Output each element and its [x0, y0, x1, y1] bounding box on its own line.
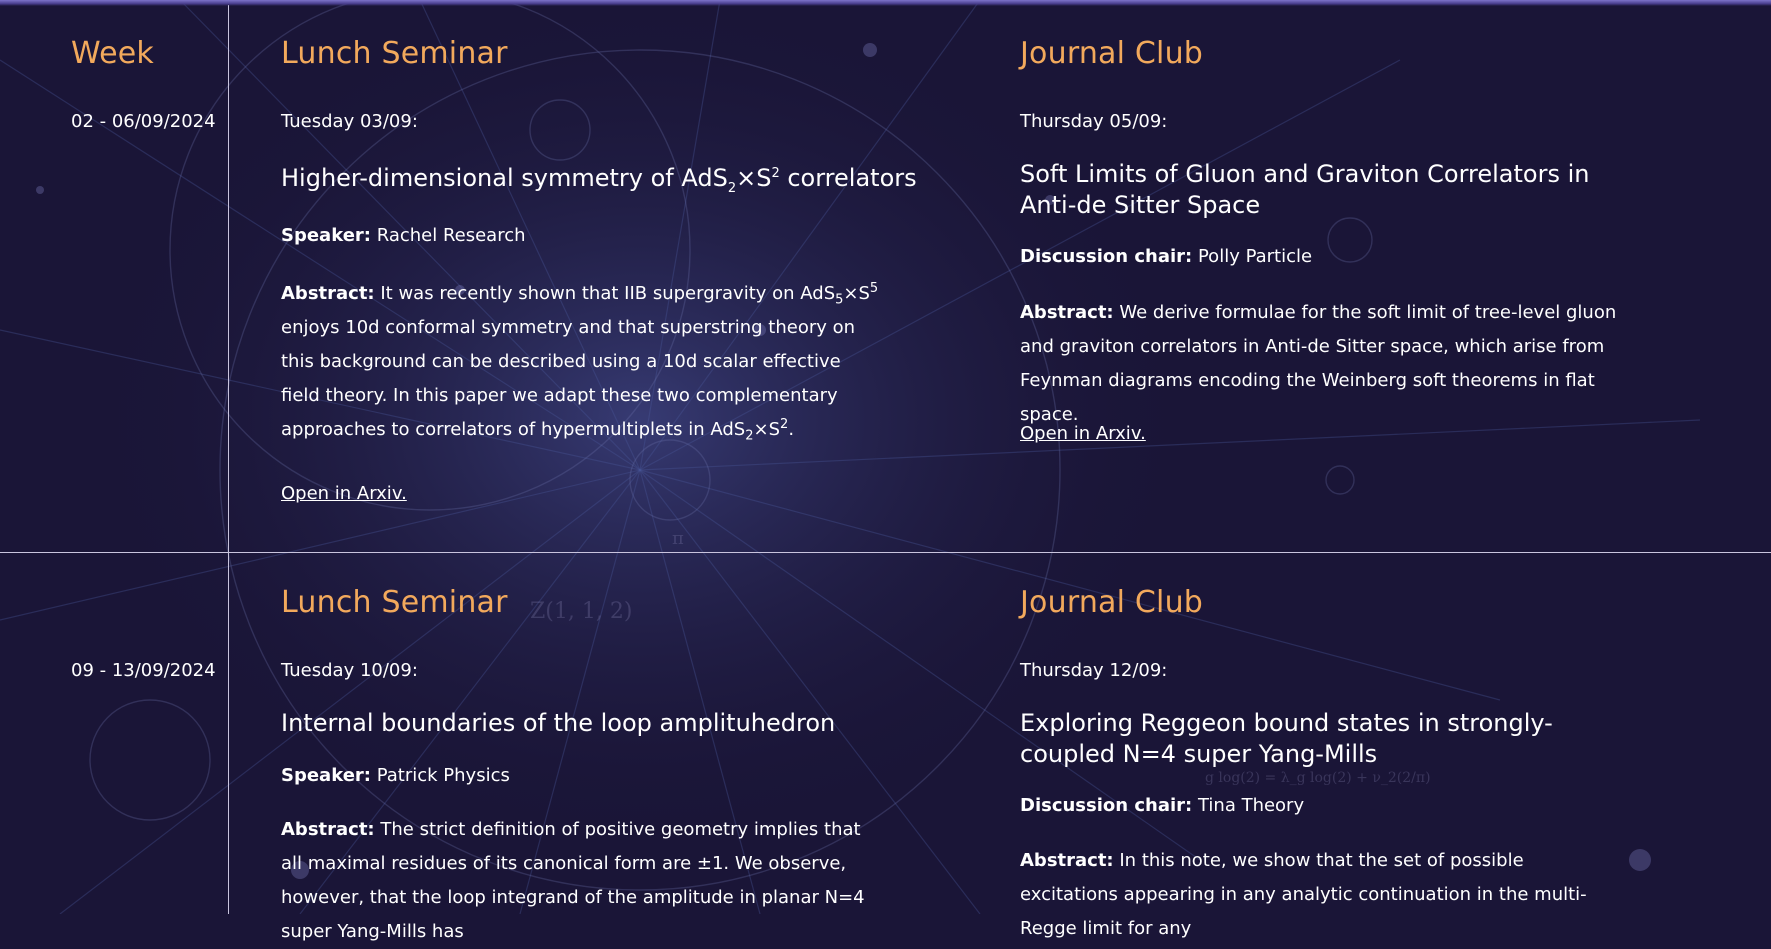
talk-date: Tuesday 03/09: [281, 111, 418, 132]
discussion-chair-line: Discussion chair: Polly Particle [1020, 246, 1312, 267]
talk-date: Thursday 05/09: [1020, 111, 1168, 132]
chair-label: Discussion chair: [1020, 246, 1193, 267]
speaker-line: Speaker: Rachel Research [281, 225, 526, 246]
journal-club-heading: Journal Club [1020, 36, 1204, 71]
chair-label: Discussion chair: [1020, 795, 1193, 816]
lunch-seminar-heading: Lunch Seminar [281, 585, 508, 620]
talk-title: Exploring Reggeon bound states in strong… [1020, 709, 1553, 768]
talk-title: Higher-dimensional symmetry of AdS2×S2 c… [281, 164, 917, 196]
top-accent-bar [0, 0, 1771, 6]
chair-name: Tina Theory [1197, 795, 1305, 816]
talk-date: Tuesday 10/09: [281, 660, 418, 681]
open-in-arxiv-link[interactable]: Open in Arxiv. [1020, 423, 1146, 444]
speaker-label: Speaker: [281, 765, 371, 786]
talk-title: Internal boundaries of the loop amplituh… [281, 709, 836, 737]
speaker-label: Speaker: [281, 225, 371, 246]
talk-date: Thursday 12/09: [1020, 660, 1168, 681]
open-in-arxiv-link[interactable]: Open in Arxiv. [281, 483, 407, 504]
abstract-text: Abstract: We derive formulae for the sof… [1020, 302, 1617, 425]
row-divider [0, 552, 1771, 553]
abstract-text: Abstract: In this note, we show that the… [1020, 850, 1587, 939]
discussion-chair-line: Discussion chair: Tina Theory [1020, 795, 1304, 816]
talk-title: Soft Limits of Gluon and Graviton Correl… [1020, 160, 1590, 219]
week-range: 09 - 13/09/2024 [71, 660, 216, 681]
speaker-name: Rachel Research [376, 225, 526, 246]
journal-club-heading: Journal Club [1020, 585, 1204, 620]
week-column-heading: Week [71, 36, 154, 71]
abstract-text: Abstract: It was recently shown that IIB… [281, 281, 879, 444]
abstract-text: Abstract: The strict definition of posit… [281, 819, 865, 942]
lunch-seminar-heading: Lunch Seminar [281, 36, 508, 71]
column-divider [228, 5, 229, 914]
speaker-line: Speaker: Patrick Physics [281, 765, 510, 786]
chair-name: Polly Particle [1197, 246, 1313, 267]
week-range: 02 - 06/09/2024 [71, 111, 216, 132]
schedule-table: Week 02 - 06/09/2024 Lunch Seminar Tuesd… [0, 0, 1771, 942]
speaker-name: Patrick Physics [376, 765, 510, 786]
